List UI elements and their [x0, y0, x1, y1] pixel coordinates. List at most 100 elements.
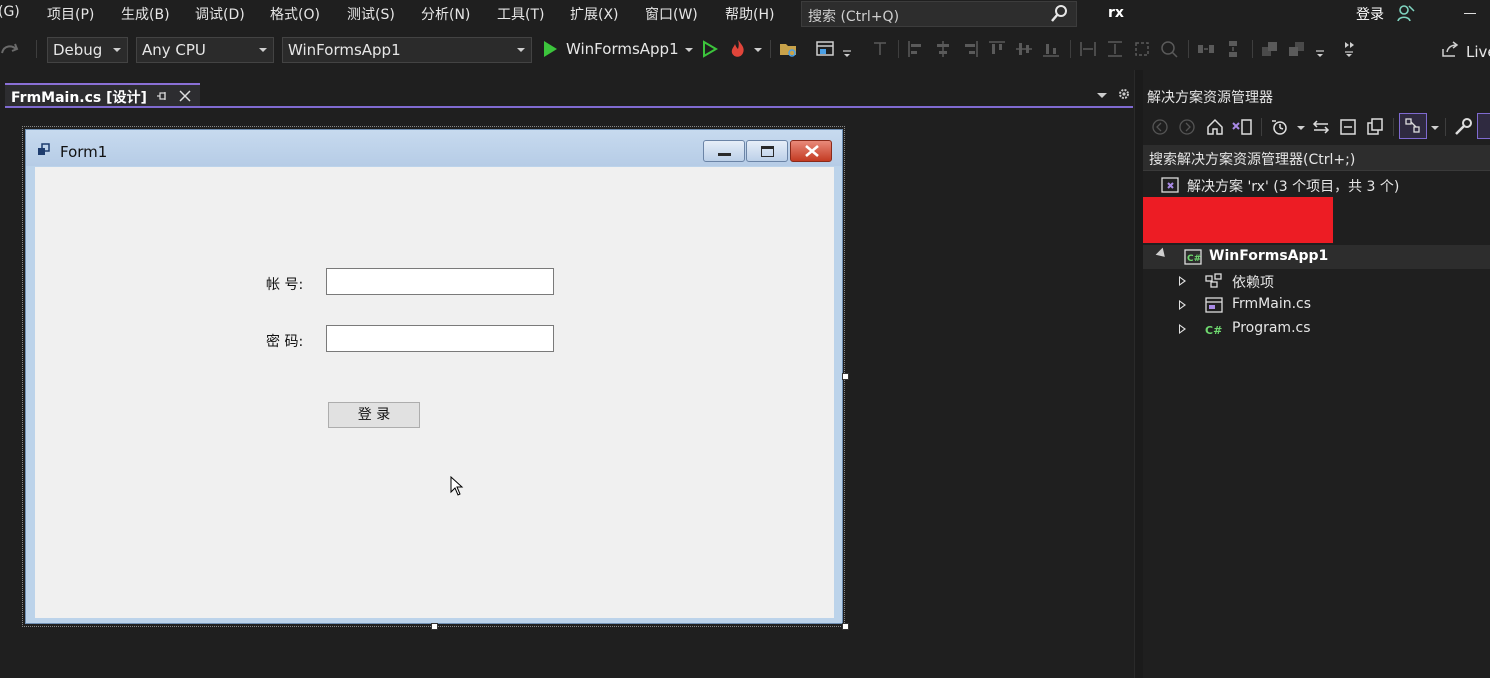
- pin-icon[interactable]: [156, 90, 168, 102]
- hot-reload-icon[interactable]: [728, 39, 748, 59]
- switch-views-icon[interactable]: [1231, 117, 1253, 137]
- form-title: Form1: [60, 143, 108, 161]
- forward-icon[interactable]: [1178, 118, 1196, 136]
- align-centers-icon[interactable]: [933, 39, 953, 59]
- solution-node-label: 解决方案 'rx' (3 个项目，共 3 个): [1187, 179, 1400, 195]
- toolbar-separator: [1261, 118, 1262, 136]
- tree-solution-node[interactable]: 解决方案 'rx' (3 个项目，共 3 个): [1143, 173, 1490, 197]
- global-search-box[interactable]: 搜索 (Ctrl+Q): [801, 1, 1077, 27]
- make-same-width-icon[interactable]: [1078, 39, 1098, 59]
- send-to-back-icon[interactable]: [1287, 39, 1307, 59]
- run-dropdown-chevron-icon[interactable]: [685, 48, 693, 52]
- sync-icon[interactable]: [1311, 117, 1331, 137]
- window-layout-icon[interactable]: [815, 39, 835, 59]
- form-close-button[interactable]: [790, 140, 832, 162]
- preview-selected-button[interactable]: [1477, 113, 1490, 139]
- menu-git[interactable]: (G): [0, 4, 20, 20]
- menu-help[interactable]: 帮助(H): [725, 4, 774, 24]
- chevron-down-icon[interactable]: [1297, 126, 1305, 130]
- redaction-block: [1143, 197, 1333, 243]
- toolbar-separator: [1070, 40, 1071, 58]
- spacing-horizontal-icon[interactable]: [1196, 39, 1216, 59]
- redo-icon[interactable]: [0, 39, 20, 59]
- resize-handle-bottom[interactable]: [431, 623, 438, 630]
- live-share-icon[interactable]: [1440, 39, 1460, 59]
- tree-item-label: FrmMain.cs: [1232, 296, 1312, 312]
- tab-frmmain-designer[interactable]: FrmMain.cs [设计]: [5, 83, 200, 107]
- global-search-placeholder: 搜索 (Ctrl+Q): [808, 9, 900, 25]
- align-lefts-icon[interactable]: [906, 39, 926, 59]
- menu-debug[interactable]: 调试(D): [195, 4, 245, 24]
- align-bottoms-icon[interactable]: [1041, 39, 1061, 59]
- track-active-item-button[interactable]: [1399, 113, 1427, 139]
- menu-build[interactable]: 生成(B): [121, 4, 170, 24]
- run-target-label[interactable]: WinFormsApp1: [566, 40, 679, 58]
- collapsed-arrow-icon[interactable]: [1179, 276, 1186, 286]
- zoom-icon[interactable]: [1159, 39, 1179, 59]
- form-designer-window[interactable]: Form1 帐 号: 密 码: 登 录: [25, 129, 843, 624]
- tab-strip-accent: [5, 106, 1133, 108]
- collapse-all-icon[interactable]: [1338, 117, 1358, 137]
- login-button[interactable]: 登 录: [328, 402, 420, 428]
- platform-dropdown[interactable]: Any CPU: [136, 37, 274, 63]
- panel-splitter[interactable]: [1134, 70, 1143, 678]
- overflow-icon[interactable]: [841, 39, 853, 59]
- tree-project-node[interactable]: C# WinFormsApp1: [1143, 245, 1490, 269]
- toolbar-separator: [1188, 40, 1189, 58]
- home-icon[interactable]: [1205, 117, 1225, 137]
- chevron-down-icon[interactable]: [1431, 126, 1439, 130]
- startup-project-dropdown[interactable]: WinFormsApp1: [282, 37, 532, 63]
- csharp-project-icon: C#: [1184, 249, 1202, 265]
- account-icon[interactable]: [1397, 4, 1415, 22]
- overflow-icon[interactable]: [1314, 39, 1326, 59]
- configuration-dropdown[interactable]: Debug: [47, 37, 128, 63]
- expanded-arrow-icon[interactable]: [1155, 247, 1169, 261]
- resize-handle-corner[interactable]: [842, 623, 849, 630]
- live-share-label[interactable]: Live: [1466, 43, 1490, 61]
- open-folder-icon[interactable]: [778, 39, 798, 59]
- menu-tools[interactable]: 工具(T): [497, 4, 544, 24]
- align-to-grid-icon[interactable]: [870, 39, 890, 59]
- resize-handle-right[interactable]: [842, 373, 849, 380]
- password-input[interactable]: [326, 325, 554, 352]
- tree-item-dependencies[interactable]: 依赖项: [1143, 269, 1490, 293]
- align-tops-icon[interactable]: [987, 39, 1007, 59]
- menu-extensions[interactable]: 扩展(X): [570, 4, 619, 24]
- solution-explorer-panel: 解决方案资源管理器 搜索解决方案资源管理器(Ctrl+;) 解决方案 'rx' …: [1143, 84, 1490, 678]
- close-icon[interactable]: [179, 90, 191, 102]
- main-toolbar: Debug Any CPU WinFormsApp1 WinFormsApp1: [0, 28, 1490, 70]
- window-minimize-button[interactable]: [1464, 13, 1476, 14]
- form-maximize-button[interactable]: [746, 140, 788, 162]
- sign-in-link[interactable]: 登录: [1356, 4, 1384, 24]
- bring-to-front-icon[interactable]: [1260, 39, 1280, 59]
- gear-icon[interactable]: [1117, 87, 1131, 101]
- tree-item-frmmain[interactable]: FrmMain.cs: [1143, 293, 1490, 317]
- spacing-vertical-icon[interactable]: [1223, 39, 1243, 59]
- back-icon[interactable]: [1151, 118, 1169, 136]
- form-client-area: 帐 号: 密 码: 登 录: [35, 167, 834, 618]
- tree-item-program[interactable]: C# Program.cs: [1143, 317, 1490, 341]
- toolbar-options-icon[interactable]: [1342, 39, 1356, 59]
- form-minimize-button[interactable]: [703, 140, 745, 162]
- menu-test[interactable]: 测试(S): [347, 4, 395, 24]
- make-same-height-icon[interactable]: [1105, 39, 1125, 59]
- tab-list-dropdown-icon[interactable]: [1097, 93, 1107, 98]
- menu-project[interactable]: 项目(P): [47, 4, 94, 24]
- menu-window[interactable]: 窗口(W): [645, 4, 698, 24]
- solution-explorer-search[interactable]: 搜索解决方案资源管理器(Ctrl+;): [1143, 145, 1490, 171]
- account-input[interactable]: [326, 268, 554, 295]
- collapsed-arrow-icon[interactable]: [1179, 300, 1186, 310]
- menu-format[interactable]: 格式(O): [270, 4, 320, 24]
- size-to-grid-icon[interactable]: [1132, 39, 1152, 59]
- wrench-icon[interactable]: [1453, 117, 1473, 137]
- hot-reload-chevron-icon[interactable]: [754, 48, 762, 52]
- menu-bar: (G) 项目(P) 生成(B) 调试(D) 格式(O) 测试(S) 分析(N) …: [0, 0, 1490, 28]
- pending-changes-icon[interactable]: [1269, 117, 1289, 137]
- align-middles-icon[interactable]: [1014, 39, 1034, 59]
- align-rights-icon[interactable]: [960, 39, 980, 59]
- start-without-debugging-icon[interactable]: [700, 39, 720, 59]
- start-debugging-icon[interactable]: [540, 39, 560, 59]
- show-all-files-icon[interactable]: [1365, 117, 1385, 137]
- menu-analyze[interactable]: 分析(N): [421, 4, 470, 24]
- collapsed-arrow-icon[interactable]: [1179, 324, 1186, 334]
